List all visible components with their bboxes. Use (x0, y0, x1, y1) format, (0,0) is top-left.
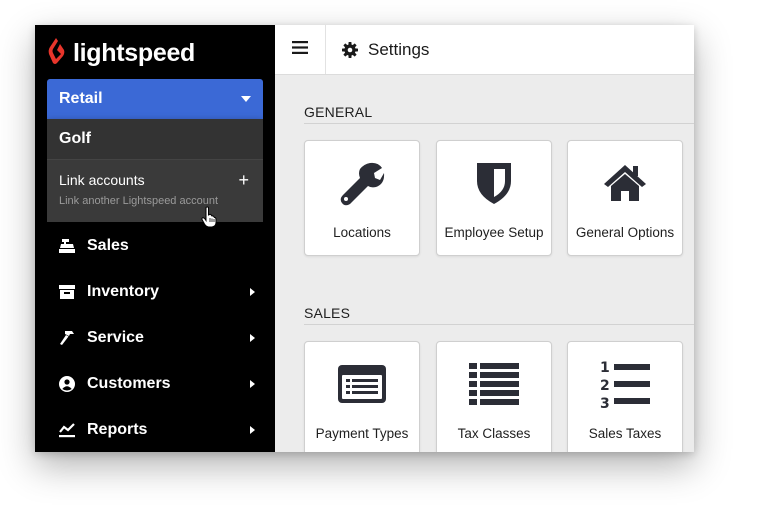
account-option-golf[interactable]: Golf (47, 119, 263, 159)
logo-text: lightspeed (73, 38, 196, 67)
tile-label: Payment Types (315, 426, 409, 441)
sidebar-item-label: Service (87, 329, 144, 346)
hammer-icon (59, 330, 75, 346)
tile-label: Tax Classes (457, 426, 531, 441)
sidebar: lightspeed Retail Golf Link accounts Lin… (35, 25, 275, 452)
sidebar-item-label: Inventory (87, 283, 160, 300)
link-accounts-subtitle: Link another Lightspeed account (59, 195, 219, 207)
flame-icon (47, 37, 67, 70)
tile-tax-classes[interactable]: Tax Classes (436, 341, 552, 452)
hamburger-icon (292, 40, 308, 59)
sidebar-item-sales[interactable]: Sales (35, 223, 275, 269)
tile-general-options[interactable]: General Options (567, 140, 683, 256)
chevron-right-icon (250, 380, 255, 388)
list-icon (437, 360, 551, 408)
gear-icon (342, 41, 358, 58)
svg-text:1: 1 (600, 360, 610, 376)
section-title-general: GENERAL (304, 104, 373, 120)
sidebar-item-label: Customers (87, 375, 171, 392)
shield-icon (437, 159, 551, 207)
chevron-right-icon (250, 334, 255, 342)
topbar: Settings (275, 25, 694, 75)
page-title-text: Settings (368, 39, 430, 59)
app-window: lightspeed Retail Golf Link accounts Lin… (35, 25, 694, 452)
tile-label: Sales Taxes (588, 426, 662, 441)
register-icon (59, 238, 75, 254)
chevron-right-icon (250, 426, 255, 434)
main-content: Settings GENERAL Locations Employee Setu… (275, 25, 694, 452)
wrench-icon (305, 159, 419, 207)
account-select-value: Retail (59, 90, 103, 107)
tile-sales-taxes[interactable]: 1 2 3 Sales Taxes (567, 341, 683, 452)
tile-label: Locations (333, 225, 391, 240)
chevron-right-icon (250, 288, 255, 296)
user-circle-icon (59, 376, 75, 392)
section-divider (304, 123, 694, 124)
tile-payment-types[interactable]: Payment Types (304, 341, 420, 452)
section-title-sales: SALES (304, 305, 351, 321)
sidebar-nav: Sales Inventory Service Customers Report… (35, 223, 275, 452)
tile-locations[interactable]: Locations (304, 140, 420, 256)
menu-button[interactable] (275, 25, 326, 74)
sidebar-item-inventory[interactable]: Inventory (35, 269, 275, 315)
sidebar-item-label: Reports (87, 421, 148, 438)
chart-line-icon (59, 422, 75, 438)
sidebar-item-reports[interactable]: Reports (35, 407, 275, 452)
credit-card-icon (305, 360, 419, 408)
numbered-list-icon: 1 2 3 (568, 360, 682, 409)
account-dropdown: Golf Link accounts Link another Lightspe… (47, 119, 263, 222)
tile-label: General Options (575, 225, 675, 240)
house-icon (568, 159, 682, 207)
tile-label: Employee Setup (444, 225, 544, 240)
account-select[interactable]: Retail (47, 79, 263, 119)
caret-down-icon (241, 96, 251, 102)
box-icon (59, 284, 75, 300)
section-divider (304, 324, 694, 325)
sidebar-item-customers[interactable]: Customers (35, 361, 275, 407)
logo[interactable]: lightspeed (47, 37, 195, 69)
svg-text:3: 3 (600, 396, 610, 409)
sidebar-item-service[interactable]: Service (35, 315, 275, 361)
svg-text:2: 2 (600, 378, 610, 394)
link-accounts-title: Link accounts (59, 172, 145, 188)
tile-employee-setup[interactable]: Employee Setup (436, 140, 552, 256)
plus-icon: + (238, 170, 249, 190)
sidebar-item-label: Sales (87, 237, 129, 254)
link-accounts-item[interactable]: Link accounts Link another Lightspeed ac… (47, 159, 263, 222)
page-title: Settings (342, 40, 429, 60)
